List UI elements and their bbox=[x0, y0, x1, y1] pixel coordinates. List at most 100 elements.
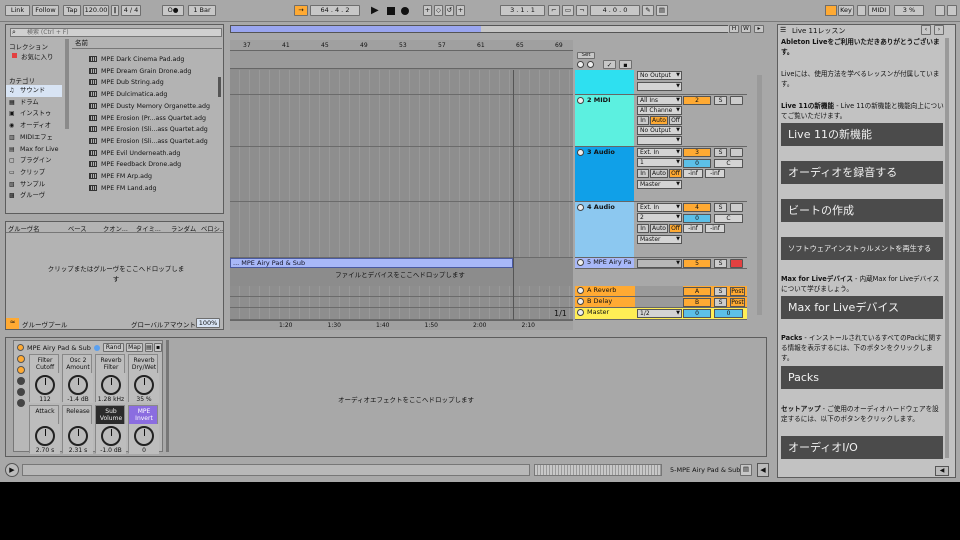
track-color-2[interactable]: 2 MIDI bbox=[575, 95, 634, 146]
macro-knob[interactable] bbox=[101, 426, 121, 446]
macro-control[interactable]: Reverb Dry/Wet 35 % bbox=[128, 354, 159, 403]
instrument-rack[interactable]: MPE Airy Pad & Sub Rand Map ▤ ▪ Filter C… bbox=[13, 340, 163, 454]
clip-overview-thumbnail[interactable] bbox=[534, 464, 662, 476]
column-header-name[interactable]: 名前 bbox=[72, 38, 222, 49]
lesson-button-packs[interactable]: Packs bbox=[781, 366, 943, 389]
track-lane-1[interactable] bbox=[230, 70, 573, 95]
song-position-field[interactable]: 64 . 4 . 2 bbox=[310, 5, 360, 16]
track-2-input[interactable]: All Ins bbox=[637, 96, 682, 105]
return-a-color[interactable]: A Reverb bbox=[575, 286, 634, 296]
back-to-arrangement-icon[interactable] bbox=[577, 61, 584, 68]
info-toggle-icon[interactable]: ▶ bbox=[5, 463, 19, 477]
return-a-solo[interactable]: S bbox=[714, 287, 727, 296]
groove-column-header[interactable]: ベロシ... bbox=[201, 224, 223, 233]
return-b-activator[interactable]: B bbox=[683, 298, 711, 307]
category-item[interactable]: ▦ ドラム bbox=[6, 97, 62, 109]
track-4-solo[interactable]: S bbox=[714, 203, 727, 212]
master-pan[interactable]: 0 bbox=[714, 309, 743, 318]
capture-midi-icon[interactable]: + bbox=[456, 5, 465, 16]
track-lane-2[interactable] bbox=[230, 95, 573, 147]
macro-control[interactable]: Filter Cutoff 112 bbox=[29, 354, 60, 403]
return-b-post[interactable]: Post bbox=[730, 298, 745, 307]
time-signature-field[interactable]: 4 / 4 bbox=[121, 5, 141, 16]
return-header-a[interactable]: A Reverb A S Post bbox=[575, 286, 747, 297]
file-list-item[interactable]: MPE Erosion (Sli...ass Quartet.adg bbox=[72, 136, 222, 148]
track-3-output[interactable]: Master bbox=[637, 180, 682, 189]
track-header-4[interactable]: 4 Audio Ext. In 2 In Auto Off Master 4 S… bbox=[575, 202, 747, 258]
groove-column-header[interactable]: グルーヴ名 bbox=[8, 224, 66, 233]
draw-mode-icon[interactable]: ✎ bbox=[642, 5, 654, 16]
file-list-item[interactable]: MPE Dulcimatica.adg bbox=[72, 89, 222, 101]
track-5-arm-icon[interactable] bbox=[730, 259, 743, 268]
arrangement-overview[interactable] bbox=[230, 25, 729, 33]
monitor-in-4[interactable]: In bbox=[637, 224, 649, 233]
view-h-button[interactable]: H bbox=[729, 25, 739, 33]
global-amount-field[interactable]: 100% bbox=[196, 318, 220, 328]
lessons-forward-icon[interactable]: › bbox=[934, 25, 944, 35]
macro-knob[interactable] bbox=[68, 426, 88, 446]
groove-column-header[interactable]: ベース bbox=[68, 224, 101, 233]
key-map-button[interactable]: Key bbox=[838, 5, 854, 16]
track-4-volume[interactable]: 0 bbox=[683, 214, 711, 223]
track-5-solo[interactable]: S bbox=[714, 259, 727, 268]
file-list-item[interactable]: MPE Dark Cinema Pad.adg bbox=[72, 54, 222, 66]
fold-icon[interactable] bbox=[577, 259, 584, 266]
category-item[interactable]: ▤ Max for Live bbox=[6, 144, 62, 156]
overdub-icon[interactable]: + bbox=[423, 5, 432, 16]
metronome-button[interactable]: O● bbox=[162, 5, 184, 16]
link-button[interactable]: Link bbox=[5, 5, 30, 16]
track-3-volume[interactable]: 0 bbox=[683, 159, 711, 168]
track-header-3[interactable]: 3 Audio Ext. In 1 In Auto Off Master 3 S… bbox=[575, 147, 747, 202]
collapse-icon[interactable]: ▸ bbox=[754, 25, 764, 33]
bar-ruler[interactable]: 37 41 45 49 53 57 61 65 69 bbox=[230, 40, 573, 51]
punch-out-icon[interactable]: ¬ bbox=[576, 5, 588, 16]
view-w-button[interactable]: W bbox=[741, 25, 751, 33]
track-lane-4[interactable] bbox=[230, 202, 573, 258]
lock-icon[interactable]: ▪ bbox=[619, 60, 632, 69]
macro-control[interactable]: Release 2.31 s bbox=[62, 405, 93, 454]
track-2-solo[interactable]: S bbox=[714, 96, 727, 105]
device-view-toggle-icon[interactable]: ▤ bbox=[740, 464, 752, 476]
midi-map-button[interactable]: MIDI bbox=[868, 5, 890, 16]
midi-map-indicator[interactable] bbox=[857, 5, 866, 16]
macro-knob[interactable] bbox=[68, 375, 88, 395]
fold-icon[interactable] bbox=[577, 287, 584, 294]
macro-control[interactable]: Reverb Filter 1.28 kHz bbox=[95, 354, 126, 403]
macro-control[interactable]: Sub Volume -1.0 dB bbox=[95, 405, 126, 454]
file-scrollbar[interactable] bbox=[218, 77, 221, 97]
return-b-solo[interactable]: S bbox=[714, 298, 727, 307]
macro-knob[interactable] bbox=[134, 375, 154, 395]
rack-macro-toggle-icon[interactable] bbox=[17, 355, 25, 363]
track-color-4[interactable]: 4 Audio bbox=[575, 202, 634, 257]
track-1-blank[interactable] bbox=[637, 82, 682, 91]
fold-icon[interactable] bbox=[577, 298, 584, 305]
track-4-channel[interactable]: 2 bbox=[637, 213, 682, 222]
track-3-pan[interactable]: C bbox=[714, 159, 743, 168]
search-input[interactable]: 検索 (Ctrl + F) bbox=[10, 28, 222, 37]
favorites-item[interactable]: お気に入り bbox=[21, 51, 54, 61]
master-volume[interactable]: 0 bbox=[683, 309, 711, 318]
automation-arm-icon[interactable]: ◇ bbox=[434, 5, 443, 16]
loop-length-field[interactable]: 4 . 0 . 0 bbox=[590, 5, 640, 16]
follow-arrow-icon[interactable]: → bbox=[294, 5, 308, 16]
file-list-item[interactable]: MPE FM Arp.adg bbox=[72, 171, 222, 183]
lesson-button-play-instruments[interactable]: ソフトウェアインストゥルメントを再生する bbox=[781, 237, 943, 260]
lesson-button-make-beats[interactable]: ビートの作成 bbox=[781, 199, 943, 222]
device-power-icon[interactable] bbox=[17, 344, 24, 351]
file-list-item[interactable]: MPE Erosion (Pr...ass Quartet.adg bbox=[72, 113, 222, 125]
quantization-select[interactable]: 1 Bar bbox=[188, 5, 216, 16]
master-ratio[interactable]: 1/2 bbox=[637, 309, 682, 318]
track-header-1[interactable]: No Output bbox=[575, 70, 747, 95]
monitor-in-3[interactable]: In bbox=[637, 169, 649, 178]
category-item[interactable]: ▭ クリップ bbox=[6, 167, 62, 179]
macro-knob[interactable] bbox=[101, 375, 121, 395]
track-4-activator[interactable]: 4 bbox=[683, 203, 711, 212]
return-b-color[interactable]: B Delay bbox=[575, 297, 634, 307]
category-item[interactable]: ◉ オーディオ bbox=[6, 120, 62, 132]
rack-mix-toggle-icon[interactable] bbox=[17, 399, 25, 407]
punch-in-icon[interactable]: ⌐ bbox=[548, 5, 560, 16]
tap-tempo-button[interactable]: Tap bbox=[63, 5, 81, 16]
play-icon[interactable]: ▶ bbox=[371, 5, 379, 16]
rack-chain-icon[interactable]: ▤ bbox=[145, 343, 153, 352]
rack-save-icon[interactable]: ▪ bbox=[154, 343, 162, 352]
